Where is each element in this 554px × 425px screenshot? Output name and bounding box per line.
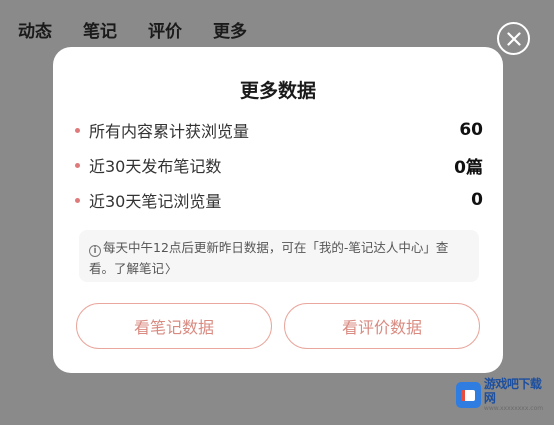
bullet-dot-icon bbox=[75, 162, 80, 168]
info-note: i 每天中午12点后更新昨日数据，可在「我的-笔记达人中心」查看。了解笔记〉 bbox=[79, 230, 479, 282]
stat-value: 0 bbox=[471, 190, 483, 210]
close-icon bbox=[506, 31, 521, 46]
view-review-data-button[interactable]: 看评价数据 bbox=[284, 303, 480, 349]
view-note-data-button[interactable]: 看笔记数据 bbox=[76, 303, 272, 349]
watermark-name: 游戏吧下载网 bbox=[483, 377, 542, 405]
modal-title: 更多数据 bbox=[239, 80, 316, 102]
watermark-logo-icon bbox=[456, 382, 481, 408]
stat-value: 0篇 bbox=[454, 157, 483, 178]
close-button[interactable] bbox=[497, 22, 530, 55]
more-data-modal: 更多数据 所有内容累计获浏览量 60 近30天发布笔记数 0篇 近30天笔记浏览… bbox=[53, 47, 503, 373]
tab-more[interactable]: 更多 bbox=[213, 17, 247, 42]
bullet-dot-icon bbox=[75, 127, 80, 133]
site-watermark: 游戏吧下载网 www.xxxxxxxx.com bbox=[456, 377, 550, 412]
tab-notes[interactable]: 笔记 bbox=[83, 17, 117, 42]
stat-value: 60 bbox=[459, 120, 483, 140]
stat-row-notes-published: 近30天发布笔记数 0篇 bbox=[75, 152, 483, 178]
chevron-right-icon: 〉 bbox=[165, 262, 178, 276]
bullet-dot-icon bbox=[75, 197, 80, 203]
learn-notes-link[interactable]: 了解笔记〉 bbox=[114, 261, 177, 276]
stat-label: 所有内容累计获浏览量 bbox=[89, 122, 250, 141]
learn-notes-label: 了解笔记 bbox=[114, 261, 165, 276]
info-icon: i bbox=[89, 245, 101, 257]
watermark-url: www.xxxxxxxx.com bbox=[483, 405, 544, 412]
tab-reviews[interactable]: 评价 bbox=[148, 17, 182, 42]
stat-row-note-views: 近30天笔记浏览量 0 bbox=[75, 187, 483, 213]
tab-dynamic[interactable]: 动态 bbox=[18, 17, 52, 42]
stat-label: 近30天发布笔记数 bbox=[89, 157, 222, 176]
stat-label: 近30天笔记浏览量 bbox=[89, 192, 222, 211]
stat-row-total-views: 所有内容累计获浏览量 60 bbox=[75, 117, 483, 143]
